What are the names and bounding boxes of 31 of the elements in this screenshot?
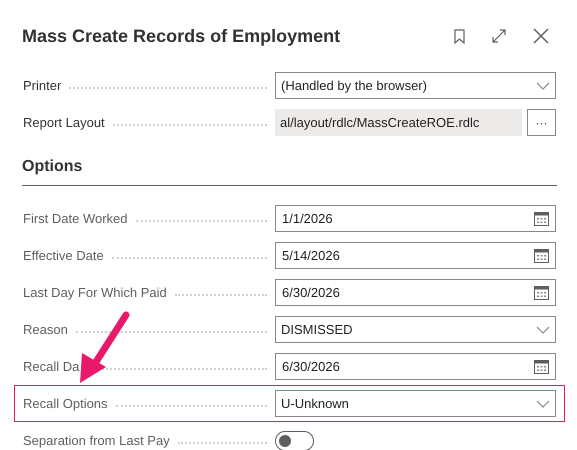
dropdown-field[interactable]: U-Unknown	[275, 390, 556, 417]
field-label: First Date Worked	[23, 210, 128, 228]
close-icon[interactable]	[533, 28, 549, 44]
bookmark-icon[interactable]	[454, 28, 465, 44]
date-field[interactable]: 6/30/2026	[275, 279, 556, 306]
layout-field[interactable]: al/layout/rdlc/MassCreateROE.rdlc	[275, 109, 522, 136]
expand-icon[interactable]	[491, 28, 507, 44]
calendar-icon[interactable]	[534, 360, 549, 374]
field-label: Effective Date	[23, 246, 104, 265]
chevron-down-icon	[536, 82, 550, 90]
field-label: Printer	[23, 76, 62, 95]
calendar-icon[interactable]	[534, 248, 549, 262]
date-field[interactable]: 1/1/2026	[275, 205, 556, 232]
chevron-down-icon	[536, 400, 550, 408]
dropdown-field[interactable]: (Handled by the browser)	[275, 72, 556, 99]
toggle-switch[interactable]	[275, 430, 314, 450]
section-heading: Options	[22, 157, 84, 177]
field-label: Reason	[23, 320, 68, 339]
date-field[interactable]: 6/30/2026	[275, 353, 556, 380]
field-label: Report Layout	[23, 114, 105, 132]
field-label: Last Day For Which Paid	[23, 284, 167, 302]
date-field[interactable]: 5/14/2026	[275, 242, 556, 269]
field-label: Recall Da	[23, 358, 80, 376]
chevron-down-icon	[536, 326, 550, 334]
field-label: Separation from Last Pay	[23, 432, 170, 450]
field-label: Recall Options	[23, 394, 108, 413]
calendar-icon[interactable]	[534, 212, 549, 226]
calendar-icon[interactable]	[534, 286, 549, 300]
ellipsis-button[interactable]: ···	[527, 109, 556, 136]
dialog-title: Mass Create Records of Employment	[22, 24, 340, 48]
dropdown-field[interactable]: DISMISSED	[275, 316, 556, 343]
